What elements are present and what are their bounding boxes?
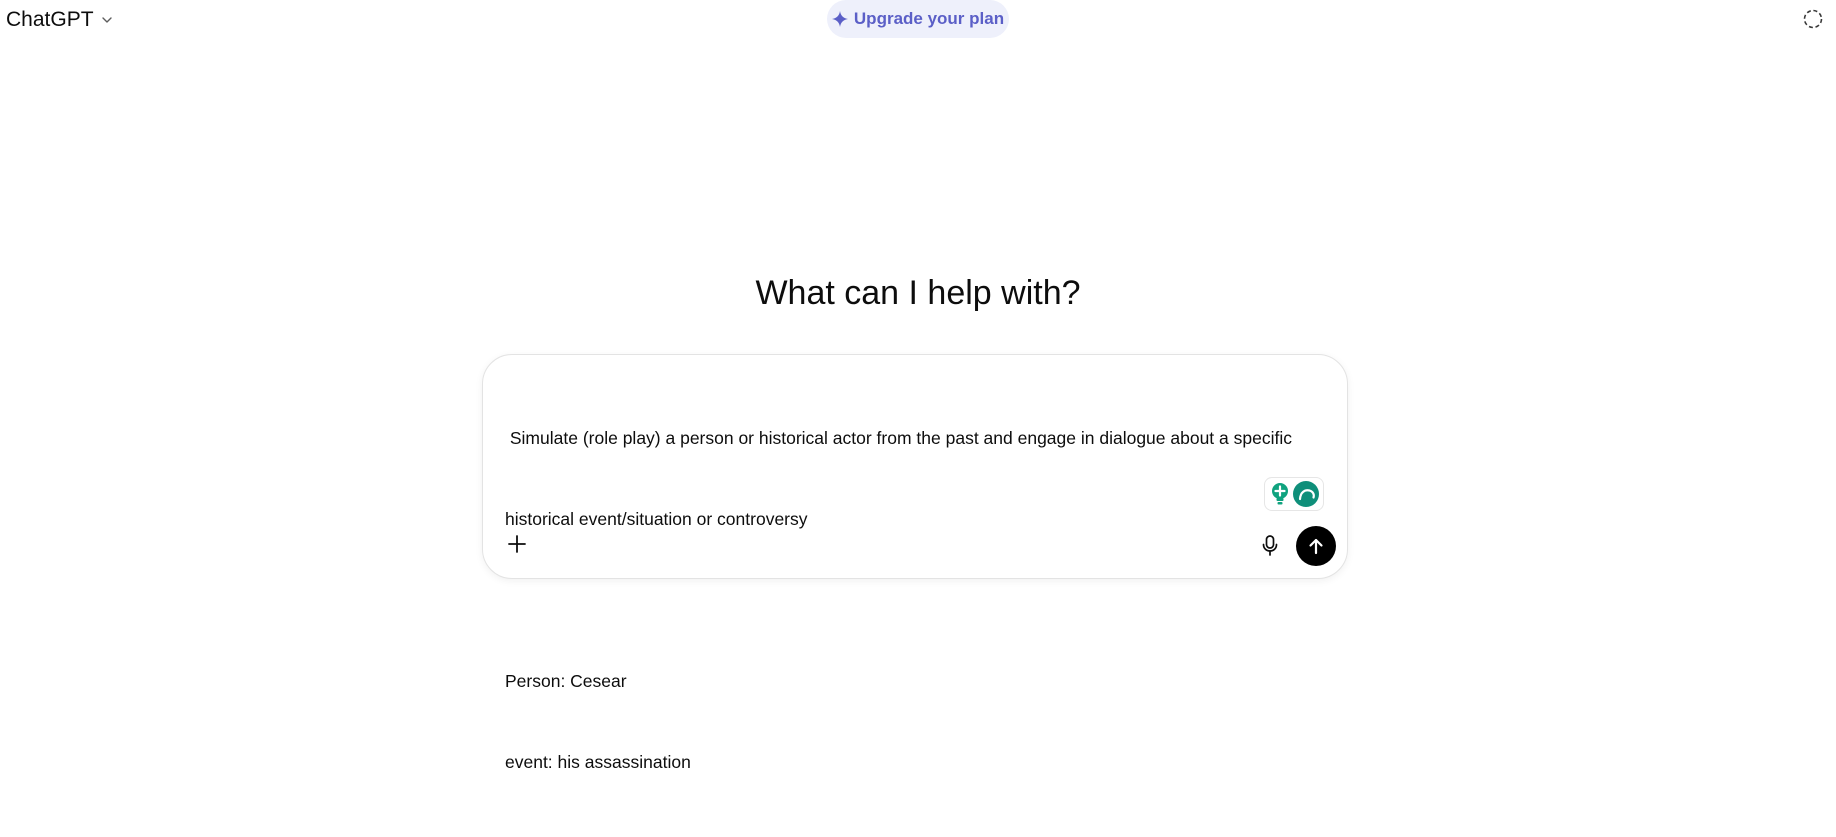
plus-icon[interactable] — [503, 530, 531, 558]
chat-page: ChatGPT Upgrade your plan What can I hel… — [0, 0, 1836, 837]
microphone-icon[interactable] — [1257, 532, 1283, 558]
prompt-line: Person: Cesear — [505, 671, 627, 691]
chat-bubble-icon[interactable] — [1292, 480, 1320, 508]
send-button[interactable] — [1296, 526, 1336, 566]
prompt-line — [505, 587, 1325, 614]
extension-badge[interactable] — [1264, 477, 1324, 511]
lightbulb-icon[interactable] — [1269, 482, 1291, 506]
prompt-line: event: his assassination — [505, 752, 691, 772]
sparkle-icon — [831, 11, 848, 27]
prompt-line: historical event/situation or controvers… — [505, 509, 808, 529]
prompt-input[interactable]: Simulate (role play) a person or histori… — [505, 371, 1325, 830]
upgrade-plan-button[interactable]: Upgrade your plan — [827, 0, 1009, 38]
prompt-line: Simulate (role play) a person or histori… — [505, 428, 1292, 448]
page-title: What can I help with? — [755, 274, 1081, 312]
chevron-down-icon — [101, 17, 112, 23]
prompt-composer[interactable]: Simulate (role play) a person or histori… — [482, 354, 1348, 772]
model-selector[interactable]: ChatGPT — [2, 6, 118, 34]
upgrade-plan-label: Upgrade your plan — [853, 9, 1005, 28]
model-name: ChatGPT — [6, 8, 94, 31]
dashed-circle-icon[interactable] — [1802, 8, 1824, 30]
arrow-up-icon — [1309, 538, 1323, 555]
